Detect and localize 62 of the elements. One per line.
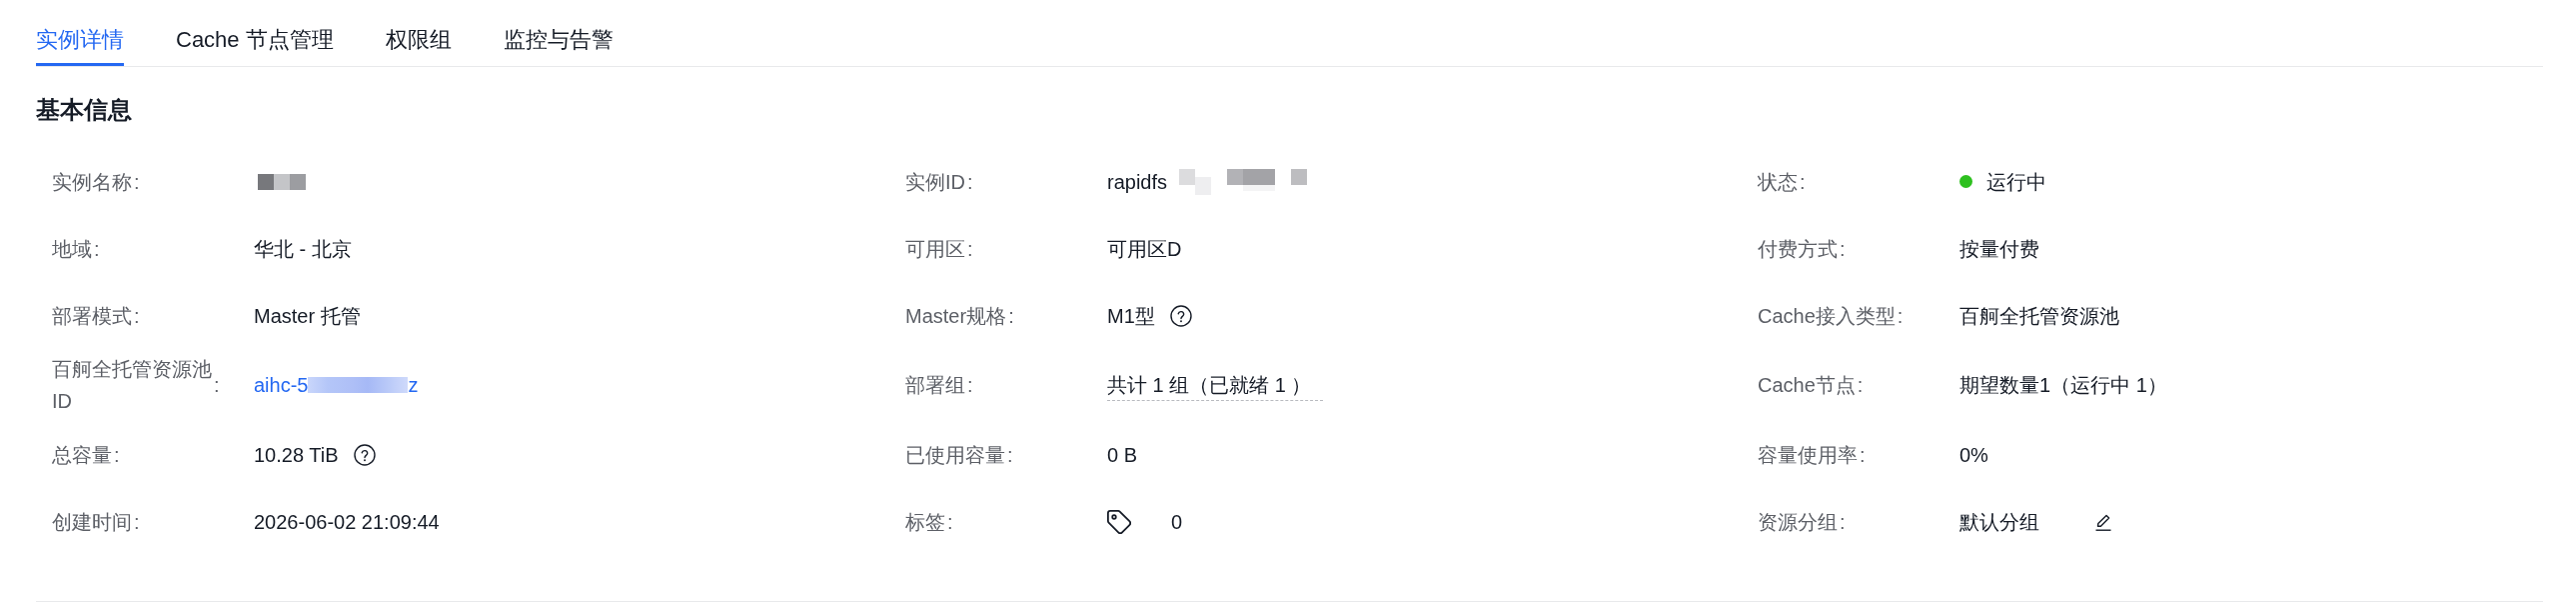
tag-count: 0 bbox=[1171, 509, 1183, 535]
label-colon: : bbox=[967, 169, 973, 195]
field-label: 可用区 bbox=[905, 236, 965, 262]
field-value: 2026-06-02 21:09:44 bbox=[254, 509, 440, 535]
tag-icon bbox=[1107, 509, 1131, 534]
field-label: 创建时间 bbox=[52, 509, 132, 535]
label-colon: : bbox=[967, 236, 973, 262]
label-colon: : bbox=[1008, 303, 1014, 329]
field-label: 部署模式 bbox=[52, 303, 132, 329]
field-label: 状态 bbox=[1758, 169, 1798, 195]
field-label: 容量使用率 bbox=[1758, 442, 1858, 468]
field-label: 资源分组 bbox=[1758, 509, 1838, 535]
tab[interactable]: 监控与告警 bbox=[503, 0, 614, 66]
mosaic-patch bbox=[258, 173, 306, 190]
field-value: 百舸全托管资源池 bbox=[1959, 303, 2119, 329]
label-colon: : bbox=[1800, 169, 1806, 195]
field-value: 可用区D bbox=[1107, 236, 1182, 262]
field-value: Master 托管 bbox=[254, 303, 361, 329]
label-colon: : bbox=[134, 169, 140, 195]
section-title: 基本信息 bbox=[36, 95, 132, 125]
field-label: Cache节点 bbox=[1758, 373, 1856, 398]
field-label: Master规格 bbox=[905, 303, 1007, 329]
label-colon: : bbox=[1860, 442, 1866, 468]
field-value: 华北 - 北京 bbox=[254, 236, 352, 262]
label-colon: : bbox=[134, 303, 140, 329]
resource-pool-id-link[interactable]: aihc-5 z bbox=[254, 369, 419, 401]
field-label: 百舸全托管资源池ID bbox=[52, 357, 212, 414]
field-value: 期望数量1（运行中 1） bbox=[1959, 373, 2167, 398]
field-label: 付费方式 bbox=[1758, 236, 1838, 262]
help-icon[interactable] bbox=[353, 443, 376, 466]
field-label: 已使用容量 bbox=[905, 442, 1005, 468]
field-value: 0 B bbox=[1107, 442, 1138, 468]
tab[interactable]: Cache 节点管理 bbox=[176, 0, 334, 66]
label-colon: : bbox=[1007, 442, 1013, 468]
label-colon: : bbox=[967, 373, 973, 398]
field-label: Cache接入类型 bbox=[1758, 303, 1896, 329]
label-colon: : bbox=[134, 509, 140, 535]
field-label: 实例名称 bbox=[52, 169, 132, 195]
field-value: M1型 bbox=[1107, 303, 1155, 329]
field-label: 地域 bbox=[52, 236, 92, 262]
label-colon: : bbox=[1840, 236, 1846, 262]
help-icon[interactable] bbox=[1169, 304, 1192, 327]
field-value: 默认分组 bbox=[1959, 509, 2039, 535]
field-value: 10.28 TiB bbox=[254, 442, 339, 468]
label-colon: : bbox=[1840, 509, 1846, 535]
field-label: 标签 bbox=[905, 509, 945, 535]
field-label: 实例ID bbox=[905, 169, 965, 195]
label-colon: : bbox=[947, 509, 953, 535]
field-value: 共计 1 组（已就绪 1 ） bbox=[1107, 369, 1324, 401]
field-label: 部署组 bbox=[905, 373, 965, 398]
status-text: 运行中 bbox=[1986, 169, 2046, 195]
field-value: 按量付费 bbox=[1959, 236, 2039, 262]
label-colon: : bbox=[1857, 373, 1864, 398]
field-value: 0% bbox=[1959, 442, 1988, 468]
label-colon: : bbox=[1897, 303, 1904, 329]
label-colon: : bbox=[94, 236, 100, 262]
field-label: 总容量 bbox=[52, 442, 112, 468]
tab[interactable]: 实例详情 bbox=[36, 0, 124, 66]
label-colon: : bbox=[114, 442, 120, 468]
tab[interactable]: 权限组 bbox=[385, 0, 452, 66]
field-value: rapidfs bbox=[1107, 169, 1168, 195]
label-colon: : bbox=[214, 373, 220, 398]
